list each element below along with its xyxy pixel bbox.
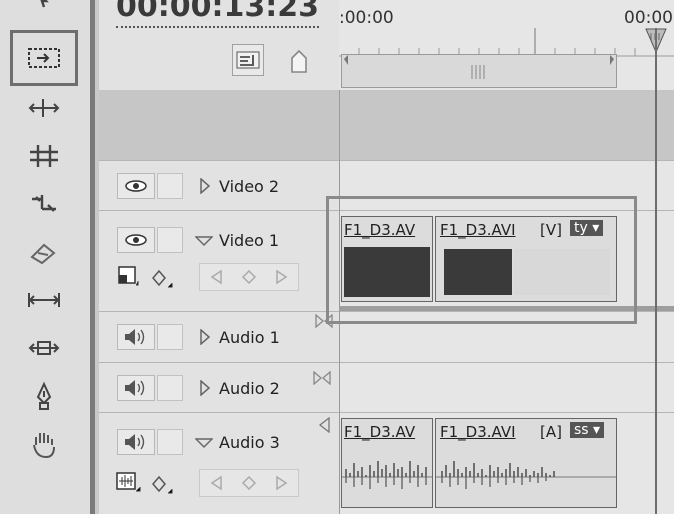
- razor-icon: [32, 195, 56, 212]
- next-keyframe-icon[interactable]: [275, 269, 289, 285]
- track-audio-toggle[interactable]: [117, 375, 155, 401]
- clip-title: F1_D3.AV: [344, 423, 416, 441]
- selected-tool-frame: [10, 30, 78, 86]
- playhead-line: [655, 28, 657, 514]
- hand-tool[interactable]: [14, 424, 74, 464]
- marker-icon: [291, 49, 307, 73]
- keyframe-toggle-icon[interactable]: [151, 269, 173, 289]
- add-keyframe-icon[interactable]: [241, 269, 257, 285]
- display-style-icon[interactable]: [117, 265, 139, 287]
- track-audio-toggle[interactable]: [117, 324, 155, 350]
- snap-button[interactable]: [232, 44, 264, 76]
- track-header-audio2: Audio 2: [99, 362, 339, 412]
- add-keyframe-icon[interactable]: [241, 475, 257, 491]
- selection-tool[interactable]: [14, 0, 74, 26]
- eye-icon: [125, 234, 147, 246]
- keyframe-navigator: [199, 263, 299, 291]
- track-audio-toggle[interactable]: [117, 429, 155, 455]
- pen-tool[interactable]: [14, 376, 74, 416]
- ripple-edit-icon: [28, 99, 60, 117]
- effect-label: ss: [574, 422, 589, 438]
- snap-icon: [236, 51, 260, 69]
- track-output-toggle[interactable]: [117, 173, 155, 199]
- track-lock-toggle[interactable]: [157, 324, 183, 350]
- mono-audio-icon: [318, 417, 330, 433]
- audio-stereo-icon: [313, 371, 331, 385]
- clip-stream-tag: [A]: [540, 423, 562, 441]
- audio-clip[interactable]: F1_D3.AVI [A] ss ▾: [435, 418, 617, 508]
- hand-icon: [33, 433, 55, 459]
- track-name: Audio 1: [219, 328, 280, 347]
- rate-stretch-icon: [30, 145, 58, 167]
- empty-track-area: [99, 90, 674, 160]
- set-marker-button[interactable]: [288, 48, 310, 74]
- track-header-video1: Video 1: [99, 210, 339, 306]
- slip-tool[interactable]: [14, 232, 74, 272]
- tools-panel: [0, 0, 90, 514]
- work-area-bar[interactable]: [341, 54, 617, 88]
- track-lock-toggle[interactable]: [157, 227, 183, 253]
- track-lock-toggle[interactable]: [157, 375, 183, 401]
- next-keyframe-icon[interactable]: [275, 475, 289, 491]
- clip-effect-menu[interactable]: ss ▾: [570, 422, 605, 438]
- speaker-icon: [125, 434, 145, 450]
- collapse-triangle-icon[interactable]: [195, 437, 213, 449]
- waveform-display-icon[interactable]: [115, 471, 141, 493]
- keyframe-navigator: [199, 469, 299, 497]
- timecode-display[interactable]: 00:00:13:23: [116, 0, 319, 28]
- ruler-label-next: 00:00: [624, 8, 673, 28]
- eye-icon: [125, 180, 147, 192]
- ruler-label-start: :00:00: [339, 8, 394, 28]
- pen-icon: [36, 381, 52, 410]
- speaker-icon: [125, 329, 145, 345]
- expand-triangle-icon[interactable]: [199, 178, 211, 194]
- track-name: Audio 2: [219, 379, 280, 398]
- speaker-icon: [125, 380, 145, 396]
- track-header-audio1: Audio 1: [99, 311, 339, 362]
- track-name: Video 2: [219, 177, 280, 196]
- slide-tool[interactable]: [14, 280, 74, 320]
- razor-tool[interactable]: [14, 184, 74, 224]
- audio-clip[interactable]: F1_D3.AV: [341, 418, 433, 508]
- track-header-video2: Video 2: [99, 160, 339, 210]
- selection-arrow-icon: [40, 0, 49, 8]
- expand-triangle-icon[interactable]: [199, 329, 211, 345]
- selection-marquee: [326, 196, 637, 324]
- audio-waveform: [342, 461, 432, 489]
- track-name: Audio 3: [219, 433, 280, 452]
- prev-keyframe-icon[interactable]: [209, 269, 223, 285]
- track-header-audio3: Audio 3: [99, 412, 339, 514]
- pen-tool-strip[interactable]: [14, 328, 74, 368]
- collapse-triangle-icon[interactable]: [195, 235, 213, 247]
- track-name: Video 1: [219, 231, 280, 250]
- slip-icon: [30, 243, 56, 265]
- rate-stretch-tool[interactable]: [14, 136, 74, 176]
- audio-waveform: [436, 461, 616, 489]
- track-row-audio2[interactable]: [339, 362, 674, 412]
- track-output-toggle[interactable]: [117, 227, 155, 253]
- track-lock-toggle[interactable]: [157, 429, 183, 455]
- work-area-grip: [344, 55, 614, 79]
- keyframe-toggle-icon[interactable]: [151, 475, 173, 495]
- prev-keyframe-icon[interactable]: [209, 475, 223, 491]
- track-lock-toggle[interactable]: [157, 173, 183, 199]
- zoom-slide-icon: [28, 341, 60, 355]
- ripple-edit-tool[interactable]: [14, 88, 74, 128]
- expand-triangle-icon[interactable]: [199, 380, 211, 396]
- slide-icon: [28, 293, 60, 307]
